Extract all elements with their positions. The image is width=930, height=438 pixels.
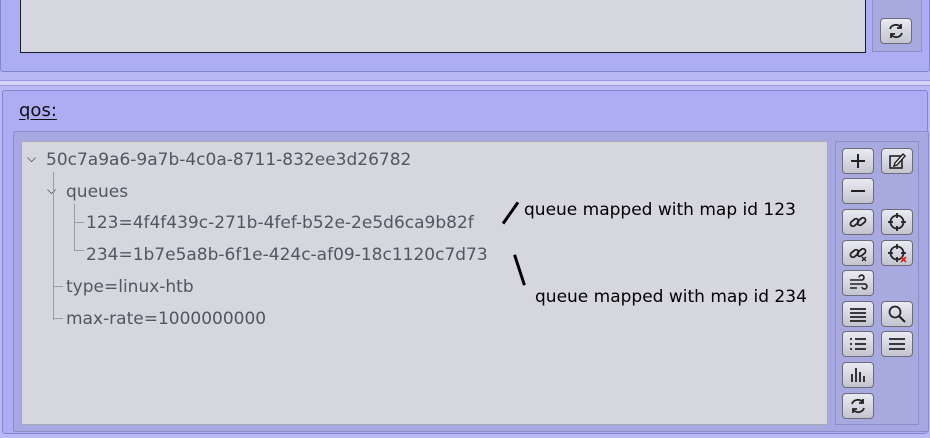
- remove-icon: [851, 190, 865, 192]
- chart-button[interactable]: [842, 362, 874, 388]
- qos-toolbar: [835, 141, 919, 425]
- chart-icon: [851, 368, 865, 382]
- add-icon: [851, 154, 865, 168]
- qos-tree[interactable]: ⌵ 50c7a9a6-9a7b-4c0a-8711-832ee3d26782 ⌵…: [21, 141, 828, 425]
- tree-node-queue-234[interactable]: 234=1b7e5a8b-6f1e-424c-af09-18c1120c7d73: [86, 245, 488, 265]
- locate-button[interactable]: [881, 209, 913, 235]
- list-icon: [850, 338, 866, 350]
- menu-button[interactable]: [881, 331, 913, 357]
- tree-node-queue-123[interactable]: 123=4f4f439c-271b-4fef-b52e-2e5d6ca9b82f: [86, 213, 474, 233]
- annotation-queue-234: queue mapped with map id 234: [535, 287, 807, 307]
- wind-icon: [850, 274, 868, 290]
- top-refresh-button[interactable]: [880, 18, 912, 44]
- tree-node-queues[interactable]: queues: [66, 182, 128, 202]
- tree-node-root[interactable]: 50c7a9a6-9a7b-4c0a-8711-832ee3d26782: [46, 150, 411, 170]
- refresh-icon: [889, 23, 903, 39]
- remove-button[interactable]: [842, 178, 874, 204]
- edit-button[interactable]: [881, 148, 913, 174]
- lines-icon: [850, 308, 866, 322]
- edit-icon: [889, 152, 906, 169]
- upper-toolbar: [872, 0, 922, 52]
- tree-node-type[interactable]: type=linux-htb: [66, 277, 194, 297]
- tree-node-max-rate[interactable]: max-rate=1000000000: [66, 309, 266, 329]
- unlink-button[interactable]: [842, 240, 874, 266]
- add-button[interactable]: [842, 148, 874, 174]
- splitter[interactable]: [0, 80, 930, 86]
- upper-text-area[interactable]: [20, 0, 866, 53]
- refresh-button[interactable]: [842, 393, 874, 419]
- unlink-icon: [849, 247, 867, 262]
- collapse-root-icon[interactable]: ⌵: [27, 151, 36, 166]
- search-button[interactable]: [881, 301, 913, 327]
- link-button[interactable]: [842, 209, 874, 235]
- collapse-queues-icon[interactable]: ⌵: [47, 183, 56, 198]
- clear-locate-button[interactable]: [881, 240, 913, 266]
- refresh-icon: [851, 398, 865, 414]
- crosshair-icon: [888, 213, 906, 231]
- list-button[interactable]: [842, 331, 874, 357]
- link-icon: [849, 216, 867, 228]
- crosshair-clear-icon: [888, 244, 907, 263]
- qos-label: qos:: [19, 100, 57, 121]
- search-icon: [888, 305, 906, 323]
- wind-button[interactable]: [842, 270, 874, 296]
- menu-icon: [889, 338, 905, 350]
- lines-button[interactable]: [842, 301, 874, 327]
- annotation-queue-123: queue mapped with map id 123: [524, 200, 796, 220]
